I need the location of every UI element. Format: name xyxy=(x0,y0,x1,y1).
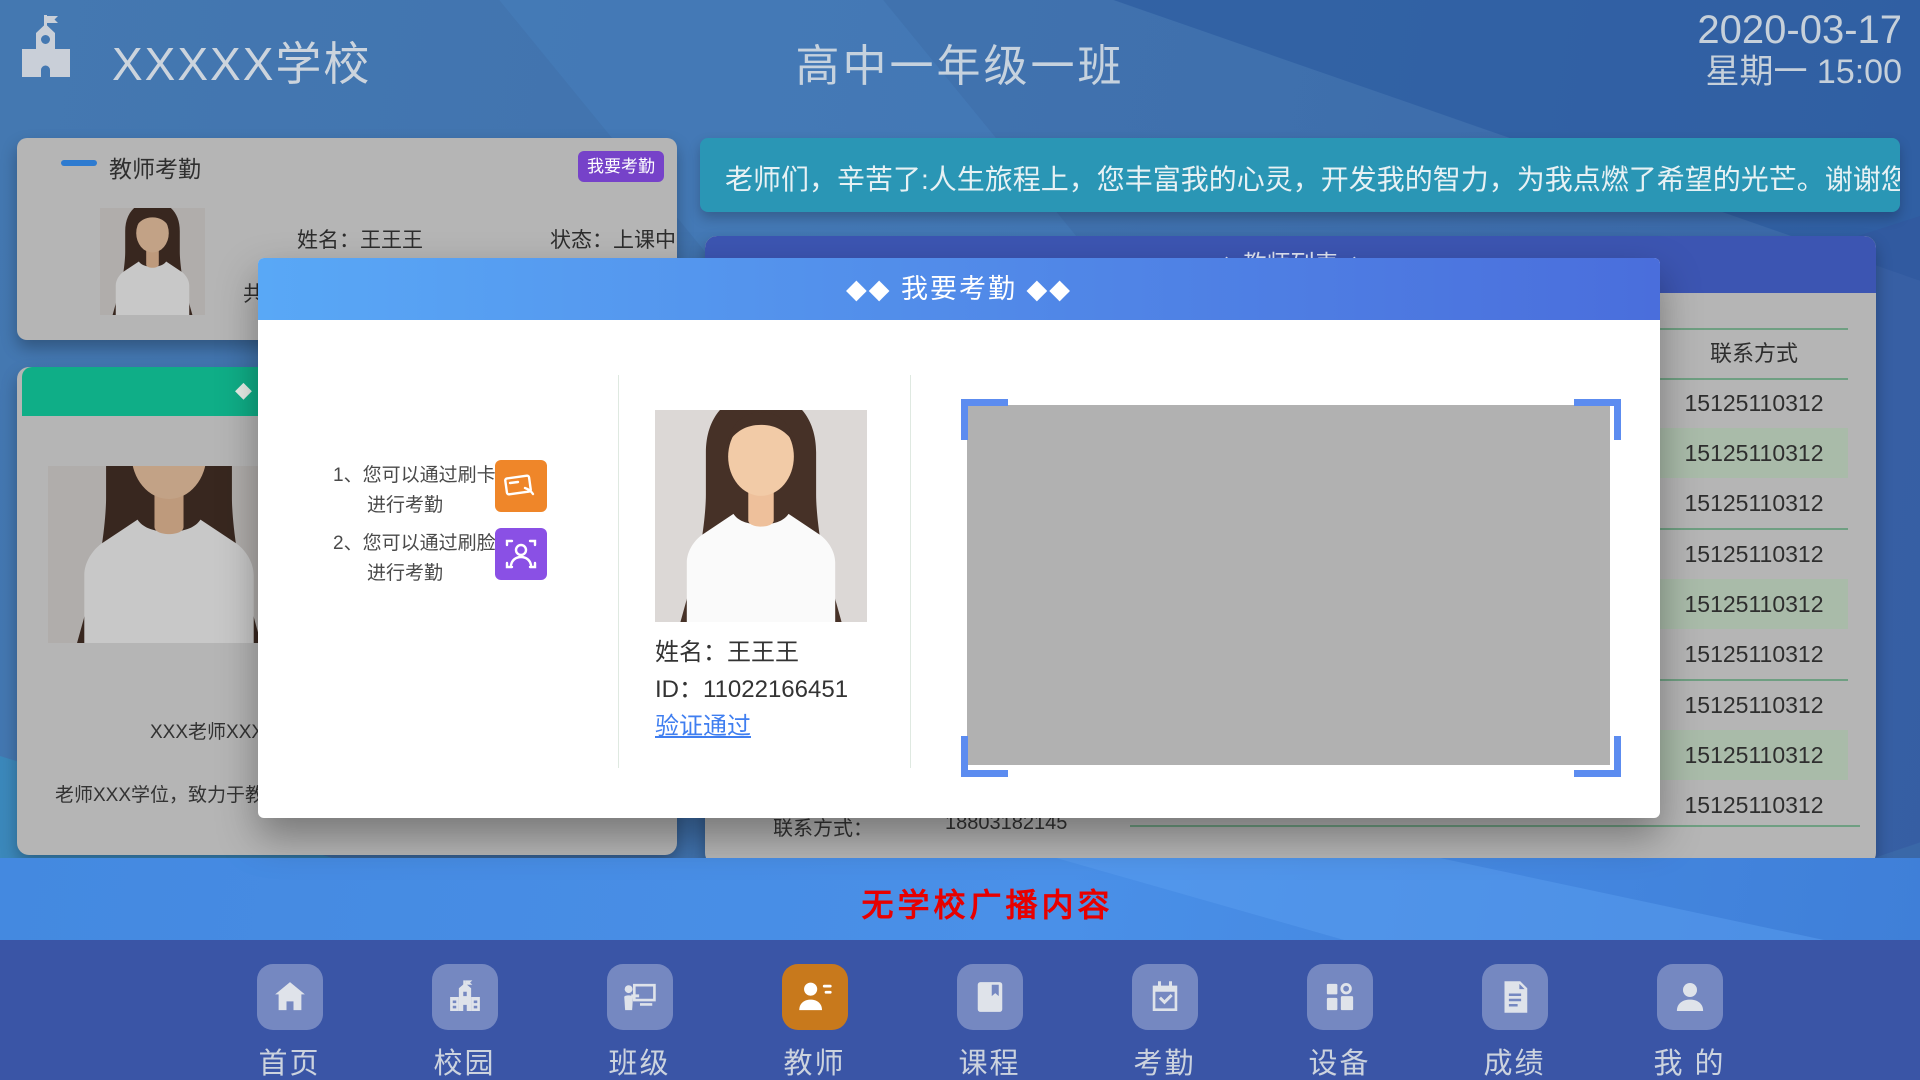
nav-item-grades[interactable]: 成绩 xyxy=(1427,940,1602,1080)
nav-item-campus[interactable]: 校园 xyxy=(377,940,552,1080)
weekday-time-text: 星期一 15:00 xyxy=(1697,52,1902,92)
profile-icon xyxy=(1669,976,1711,1018)
class-icon xyxy=(619,976,661,1018)
divider xyxy=(910,375,911,768)
broadcast-text: 无学校广播内容 xyxy=(0,880,1920,926)
table-row[interactable]: 15125110312 xyxy=(1660,478,1848,528)
nav-item-home[interactable]: 首页 xyxy=(202,940,377,1080)
nav-item-profile[interactable]: 我 的 xyxy=(1602,940,1777,1080)
app-root: XXXXX学校 高中一年级一班 2020-03-17 星期一 15:00 教师考… xyxy=(0,0,1920,1080)
verify-status-link[interactable]: 验证通过 xyxy=(655,708,848,745)
courses-icon xyxy=(969,976,1011,1018)
nav-item-class[interactable]: 班级 xyxy=(552,940,727,1080)
modal-teacher-id: ID：11022166451 xyxy=(655,671,848,708)
column-header-contact: 联系方式 xyxy=(1660,330,1848,378)
instruction-2: 2、您可以通过刷脸 进行考勤 xyxy=(333,529,496,589)
table-row[interactable]: 15125110312 xyxy=(1660,629,1848,679)
campus-icon xyxy=(444,976,486,1018)
teacher-photo xyxy=(100,208,205,315)
bottom-nav: 首页 校园 班级 xyxy=(0,940,1920,1080)
modal-title: ◆◆ 我要考勤 ◆◆ xyxy=(258,258,1660,320)
divider xyxy=(618,375,619,768)
table-row[interactable]: 15125110312 xyxy=(1660,378,1848,428)
table-row[interactable]: 15125110312 xyxy=(1660,780,1848,830)
teacher-name: 姓名：王王王 xyxy=(297,224,423,254)
panel-title: 教师考勤 xyxy=(109,150,201,184)
table-row[interactable]: 15125110312 xyxy=(1660,730,1848,780)
attend-button[interactable]: 我要考勤 xyxy=(578,151,664,182)
camera-bracket xyxy=(961,736,1008,777)
home-icon xyxy=(269,976,311,1018)
grades-icon xyxy=(1494,976,1536,1018)
datetime: 2020-03-17 星期一 15:00 xyxy=(1697,8,1902,92)
table-row[interactable]: 15125110312 xyxy=(1660,428,1848,478)
teacher-status: 状态：上课中 xyxy=(550,224,676,254)
verified-teacher-photo xyxy=(655,410,867,622)
teacher-icon xyxy=(794,976,836,1018)
camera-bracket xyxy=(961,399,1008,440)
nav-item-courses[interactable]: 课程 xyxy=(902,940,1077,1080)
intro-line: 老师XXX学位，致力于教育 xyxy=(55,780,283,807)
table-row[interactable]: 15125110312 xyxy=(1660,680,1848,730)
camera-bracket xyxy=(1574,399,1621,440)
teacher-photo-large xyxy=(48,466,290,643)
card-swipe-icon xyxy=(495,460,547,512)
table-row[interactable]: 15125110312 xyxy=(1660,529,1848,579)
devices-icon xyxy=(1319,976,1361,1018)
nav-item-attendance[interactable]: 考勤 xyxy=(1077,940,1252,1080)
date-text: 2020-03-17 xyxy=(1697,8,1902,52)
table-row[interactable]: 15125110312 xyxy=(1660,579,1848,629)
title-dash xyxy=(61,160,97,166)
nav-item-teacher[interactable]: 教师 xyxy=(727,940,902,1080)
broadcast-bar: 无学校广播内容 xyxy=(0,858,1920,940)
teacher-message-bar: 老师们，辛苦了:人生旅程上，您丰富我的心灵，开发我的智力，为我点燃了希望的光芒。… xyxy=(700,138,1900,212)
face-scan-icon xyxy=(495,528,547,580)
camera-bracket xyxy=(1574,736,1621,777)
nav-item-devices[interactable]: 设备 xyxy=(1252,940,1427,1080)
attendance-icon xyxy=(1144,976,1186,1018)
page-title: 高中一年级一班 xyxy=(0,30,1920,94)
diamond-icon: ◆ xyxy=(235,377,252,403)
verified-teacher-info: 姓名：王王王 ID：11022166451 验证通过 xyxy=(655,634,848,745)
modal-teacher-name: 姓名：王王王 xyxy=(655,634,848,671)
camera-preview-area xyxy=(967,405,1610,765)
attendance-modal: ◆◆ 我要考勤 ◆◆ 1、您可以通过刷卡 进行考勤 2、您可以通过刷脸 进行考勤 xyxy=(258,258,1660,818)
instruction-1: 1、您可以通过刷卡 进行考勤 xyxy=(333,461,496,521)
message-text: 老师们，辛苦了:人生旅程上，您丰富我的心灵，开发我的智力，为我点燃了希望的光芒。… xyxy=(725,158,1900,198)
